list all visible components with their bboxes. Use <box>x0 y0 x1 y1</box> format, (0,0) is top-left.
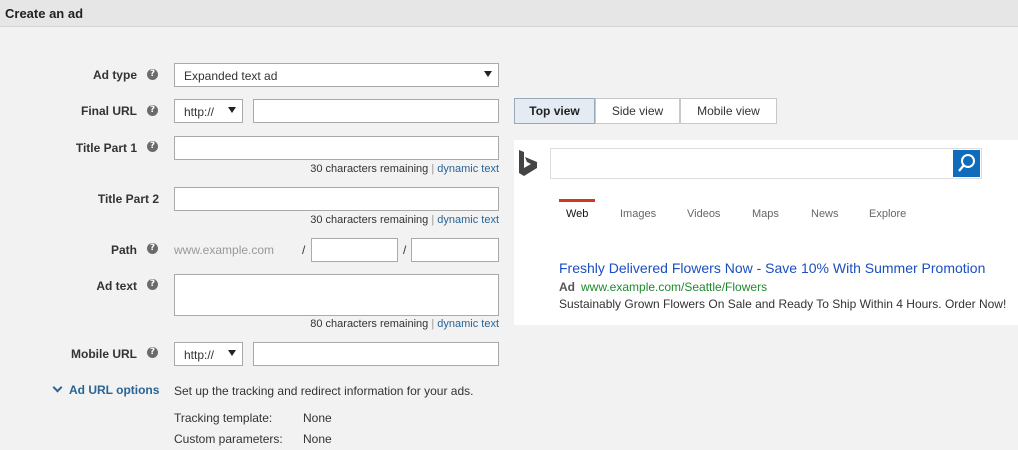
ad-preview-url: www.example.com/Seattle/Flowers <box>581 280 768 294</box>
mobile-url-protocol-select[interactable]: http:// <box>174 342 243 366</box>
ad-text-label: Ad text <box>96 279 137 293</box>
nav-images[interactable]: Images <box>620 208 656 220</box>
tab-mobile-view[interactable]: Mobile view <box>680 98 777 124</box>
final-url-protocol-value: http:// <box>184 105 215 119</box>
path-slash-1: / <box>302 243 306 257</box>
ad-preview-title[interactable]: Freshly Delivered Flowers Now - Save 10%… <box>559 260 985 276</box>
bing-logo-icon <box>519 150 537 176</box>
path-2-input[interactable] <box>411 238 499 262</box>
dropdown-arrow-icon <box>484 71 492 77</box>
tracking-template-label: Tracking template: <box>174 411 273 425</box>
page-title: Create an ad <box>5 6 84 21</box>
ad-type-select[interactable]: Expanded text ad <box>174 63 499 87</box>
nav-explore[interactable]: Explore <box>869 208 906 220</box>
title-part-2-remaining: 30 characters remaining <box>310 214 429 226</box>
mobile-url-protocol-value: http:// <box>184 348 215 362</box>
dropdown-arrow-icon <box>228 107 236 113</box>
title-part-1-remaining: 30 characters remaining <box>310 163 429 175</box>
help-icon[interactable]: ? <box>147 105 158 116</box>
path-label: Path <box>110 243 137 257</box>
final-url-input[interactable] <box>253 99 499 123</box>
ad-text-hint: 80 characters remaining | dynamic text <box>310 318 499 330</box>
help-icon[interactable]: ? <box>147 347 158 358</box>
tracking-template-value: None <box>303 411 332 425</box>
ad-text-textarea[interactable] <box>174 274 499 316</box>
tab-side-view[interactable]: Side view <box>595 98 680 124</box>
title-part-1-hint: 30 characters remaining | dynamic text <box>310 163 499 175</box>
dropdown-arrow-icon <box>228 350 236 356</box>
title-part-2-hint: 30 characters remaining | dynamic text <box>310 214 499 226</box>
title-part-1-dynamic-text-link[interactable]: dynamic text <box>437 163 499 175</box>
mobile-url-label: Mobile URL <box>71 347 137 361</box>
title-part-1-input[interactable] <box>174 136 499 160</box>
ad-text-remaining: 80 characters remaining <box>310 318 429 330</box>
mobile-url-input[interactable] <box>253 342 499 366</box>
search-button[interactable] <box>953 150 980 177</box>
path-slash-2: / <box>403 243 407 257</box>
chevron-down-icon <box>52 382 63 393</box>
ad-url-options-description: Set up the tracking and redirect informa… <box>174 384 474 398</box>
search-input[interactable] <box>550 148 982 179</box>
title-part-2-dynamic-text-link[interactable]: dynamic text <box>437 214 499 226</box>
ad-type-value: Expanded text ad <box>184 69 278 83</box>
custom-parameters-value: None <box>303 432 332 446</box>
ad-url-options-toggle[interactable]: Ad URL options <box>52 382 160 397</box>
ad-type-label: Ad type <box>92 68 137 82</box>
help-icon[interactable]: ? <box>147 243 158 254</box>
final-url-protocol-select[interactable]: http:// <box>174 99 243 123</box>
ad-text-dynamic-text-link[interactable]: dynamic text <box>437 318 499 330</box>
ad-url-options-label: Ad URL options <box>69 383 160 397</box>
ad-badge: Ad <box>559 280 575 294</box>
nav-web[interactable]: Web <box>566 208 588 220</box>
ad-preview-panel: Web Images Videos Maps News Explore Fres… <box>514 140 1018 325</box>
hint-separator: | <box>431 318 435 330</box>
nav-maps[interactable]: Maps <box>752 208 779 220</box>
title-part-1-label: Title Part 1 <box>75 141 137 155</box>
path-domain: www.example.com <box>174 243 275 257</box>
custom-parameters-label: Custom parameters: <box>174 432 283 446</box>
path-1-input[interactable] <box>311 238 398 262</box>
page-header: Create an ad <box>0 0 1018 27</box>
help-icon[interactable]: ? <box>147 69 158 80</box>
final-url-label: Final URL <box>81 104 137 118</box>
hint-separator: | <box>431 214 435 226</box>
title-part-2-input[interactable] <box>174 187 499 211</box>
nav-videos[interactable]: Videos <box>687 208 720 220</box>
help-icon[interactable]: ? <box>147 279 158 290</box>
search-icon <box>958 154 975 172</box>
ad-preview-description: Sustainably Grown Flowers On Sale and Re… <box>559 297 1007 311</box>
tab-top-view[interactable]: Top view <box>514 98 595 124</box>
hint-separator: | <box>431 163 435 175</box>
title-part-2-label: Title Part 2 <box>97 192 159 206</box>
nav-active-underline <box>559 199 595 202</box>
ad-preview-url-line: Ad www.example.com/Seattle/Flowers <box>559 280 767 294</box>
nav-news[interactable]: News <box>811 208 839 220</box>
help-icon[interactable]: ? <box>147 141 158 152</box>
